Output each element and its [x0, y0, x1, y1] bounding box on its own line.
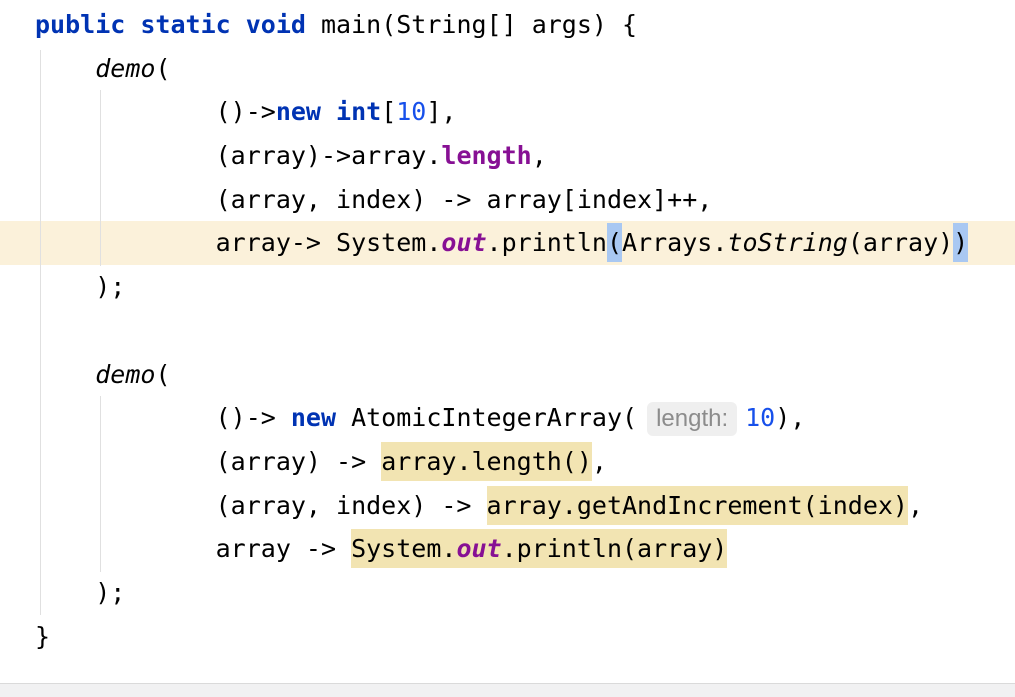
indent-guide	[100, 396, 101, 572]
code-segment: (array) ->	[35, 447, 381, 476]
code-line[interactable]: }	[0, 615, 1015, 659]
code-segment: (	[155, 360, 170, 389]
code-segment: array-> System.	[35, 228, 441, 257]
code-segment	[35, 360, 95, 389]
code-segment: out	[441, 228, 486, 257]
code-line[interactable]: );	[0, 571, 1015, 615]
code-line[interactable]: );	[0, 265, 1015, 309]
code-line[interactable]: (array, index) -> array.getAndIncrement(…	[0, 484, 1015, 528]
code-line[interactable]: ()->new int[10],	[0, 90, 1015, 134]
code-area[interactable]: public static void main(String[] args) {…	[0, 3, 1015, 658]
code-segment: (	[155, 54, 170, 83]
indent-guide	[100, 90, 101, 266]
code-line[interactable]: (array) -> array.length(),	[0, 440, 1015, 484]
code-segment: 10	[745, 403, 775, 432]
code-segment: 10	[396, 97, 426, 126]
code-line[interactable]: public static void main(String[] args) {	[0, 3, 1015, 47]
code-segment: array.getAndIncrement(index)	[487, 486, 908, 525]
code-segment: ()->	[35, 403, 291, 432]
code-segment: (array)->array.	[35, 141, 441, 170]
code-segment: ()->	[35, 97, 276, 126]
code-segment: (	[607, 223, 622, 262]
code-segment: ),	[775, 403, 805, 432]
code-line[interactable]: array-> System.out.println(Arrays.toStri…	[0, 221, 1015, 265]
bottom-bar	[0, 683, 1015, 697]
indent-guide	[40, 50, 41, 615]
code-segment: public static void	[35, 10, 306, 39]
code-line[interactable]: (array)->array.length,	[0, 134, 1015, 178]
code-segment: new	[291, 403, 336, 432]
code-segment: toString	[727, 228, 847, 257]
code-segment: .println	[487, 228, 607, 257]
code-segment: ,	[908, 491, 923, 520]
code-segment: (array, index) ->	[35, 491, 487, 520]
parameter-hint: length:	[647, 402, 737, 436]
code-segment: ,	[532, 141, 547, 170]
code-line[interactable]: ()-> new AtomicIntegerArray( length: 10),	[0, 396, 1015, 440]
code-segment: }	[35, 622, 50, 651]
code-segment: (array, index) -> array[index]++,	[35, 185, 712, 214]
code-segment: AtomicIntegerArray(	[336, 403, 637, 432]
code-segment: demo	[95, 360, 155, 389]
code-segment: out	[456, 529, 501, 568]
code-segment: )	[953, 223, 968, 262]
code-segment: ],	[426, 97, 456, 126]
code-segment: length	[441, 141, 531, 170]
code-segment: ,	[592, 447, 607, 476]
code-segment: System.	[351, 529, 456, 568]
code-segment: (array)	[848, 228, 953, 257]
code-line[interactable]: (array, index) -> array[index]++,	[0, 178, 1015, 222]
code-segment: array ->	[35, 534, 351, 563]
code-segment: [	[381, 97, 396, 126]
code-segment: main(String[] args) {	[306, 10, 637, 39]
code-line[interactable]	[0, 309, 1015, 353]
code-line[interactable]: array -> System.out.println(array)	[0, 527, 1015, 571]
code-segment: new int	[276, 97, 381, 126]
code-segment: .println(array)	[502, 529, 728, 568]
code-segment	[35, 54, 95, 83]
code-line[interactable]: demo(	[0, 353, 1015, 397]
code-segment: array.length()	[381, 442, 592, 481]
code-segment: Arrays.	[622, 228, 727, 257]
code-line[interactable]: demo(	[0, 47, 1015, 91]
code-segment: );	[35, 578, 125, 607]
code-segment: );	[35, 272, 125, 301]
code-segment: demo	[95, 54, 155, 83]
